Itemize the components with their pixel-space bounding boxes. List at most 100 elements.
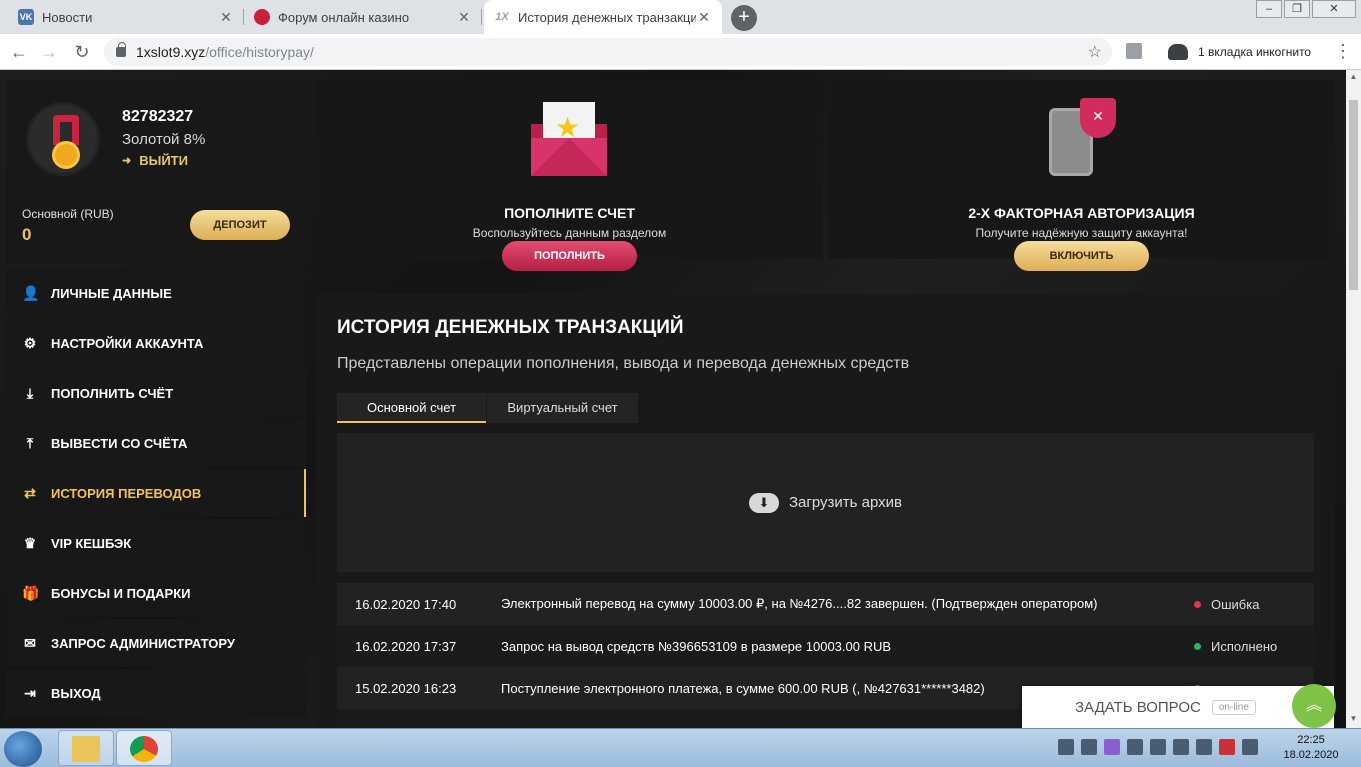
tray-icon[interactable] <box>1150 739 1166 755</box>
two-factor-card: ✕ 2-Х ФАКТОРНАЯ АВТОРИЗАЦИЯ Получите над… <box>828 80 1335 271</box>
casino-icon <box>254 9 270 25</box>
menu-label: БОНУСЫ И ПОДАРКИ <box>51 585 191 601</box>
menu-item-vip-cashback[interactable]: ♛ VIP КЕШБЭК <box>6 519 306 567</box>
tab-title: Новости <box>42 9 93 25</box>
menu-item-exit[interactable]: ⇥ ВЫХОД <box>6 669 306 717</box>
taskbar-clock[interactable]: 22:25 18.02.2020 <box>1276 733 1346 763</box>
tab-news[interactable]: VK Новости ✕ <box>8 0 244 34</box>
browser-menu-icon[interactable]: ⋮ <box>1334 40 1352 62</box>
row-date: 16.02.2020 17:40 <box>355 596 457 612</box>
menu-item-personal-data[interactable]: 👤 ЛИЧНЫЕ ДАННЫЕ <box>6 269 306 317</box>
close-tab-icon[interactable]: ✕ <box>696 9 712 26</box>
maximize-button[interactable]: ❐ <box>1284 0 1310 18</box>
logout-link[interactable]: ➜ ВЫЙТИ <box>122 153 188 168</box>
lock-icon <box>116 42 126 57</box>
close-tab-icon[interactable]: ✕ <box>218 9 234 26</box>
scrollbar-thumb[interactable] <box>1349 100 1358 290</box>
menu-label: VIP КЕШБЭК <box>51 535 132 551</box>
page-scrollbar[interactable]: ▲ ▼ <box>1346 70 1361 728</box>
tray-icon[interactable] <box>1219 739 1235 755</box>
top-up-button[interactable]: ПОПОЛНИТЬ <box>502 241 637 271</box>
table-row: 16.02.2020 17:37 Запрос на вывод средств… <box>337 625 1314 667</box>
scroll-up-icon[interactable]: ▲ <box>1349 72 1358 81</box>
back-arrow-icon[interactable]: ← <box>8 41 30 63</box>
logout-icon: ➜ <box>122 155 132 167</box>
avatar <box>26 102 100 176</box>
menu-item-withdraw[interactable]: ⤒ ВЫВЕСТИ СО СЧЁТА <box>6 419 306 467</box>
exit-icon: ⇥ <box>24 684 36 701</box>
chevron-up-icon[interactable]: ︽ <box>1292 684 1336 728</box>
download-icon: ⤓ <box>26 384 34 401</box>
close-window-button[interactable]: ✕ <box>1312 0 1356 18</box>
table-row: 16.02.2020 17:40 Электронный перевод на … <box>337 583 1314 625</box>
menu-label: НАСТРОЙКИ АККАУНТА <box>51 335 204 351</box>
incognito-indicator[interactable]: 1 вкладка инкогнито <box>1168 40 1311 64</box>
tray-icon[interactable] <box>1058 739 1074 755</box>
user-level: Золотой 8% <box>122 131 206 148</box>
tab-forum[interactable]: Форум онлайн казино ✕ <box>244 0 482 34</box>
ask-question-label: ЗАДАТЬ ВОПРОС <box>1075 698 1201 716</box>
menu-label: ВЫХОД <box>51 685 101 701</box>
start-button[interactable] <box>4 731 42 767</box>
row-date: 16.02.2020 17:37 <box>355 638 457 654</box>
enable-2fa-button[interactable]: ВКЛЮЧИТЬ <box>1014 241 1149 271</box>
system-tray <box>1058 739 1258 755</box>
extension-icon[interactable] <box>1126 43 1142 59</box>
taskbar-chrome[interactable] <box>116 730 172 766</box>
two-factor-card-title: 2-Х ФАКТОРНАЯ АВТОРИЗАЦИЯ <box>968 205 1195 221</box>
url-input[interactable]: 1xslot9.xyz /office/historypay/ ☆ <box>104 38 1112 66</box>
download-archive-button[interactable]: ⬇ Загрузить архив <box>337 433 1314 572</box>
status-label: Ошибка <box>1211 596 1260 612</box>
windows-taskbar: 22:25 18.02.2020 <box>0 728 1361 767</box>
new-tab-button[interactable]: + <box>731 5 757 31</box>
close-tab-icon[interactable]: ✕ <box>456 9 472 26</box>
tray-icon[interactable] <box>1081 739 1097 755</box>
tab-main-account[interactable]: Основной счет <box>337 393 486 423</box>
menu-label: ИСТОРИЯ ПЕРЕВОДОВ <box>51 485 202 501</box>
tray-icon[interactable] <box>1104 739 1120 755</box>
status-dot-icon <box>1194 600 1201 608</box>
clock-time: 22:25 <box>1297 734 1325 746</box>
row-status: Исполнено <box>1194 639 1314 654</box>
status-label: Исполнено <box>1211 638 1278 654</box>
forward-arrow-icon[interactable]: → <box>38 41 60 63</box>
page-title: ИСТОРИЯ ДЕНЕЖНЫХ ТРАНЗАКЦИЙ <box>337 317 684 338</box>
tray-icon[interactable] <box>1242 739 1258 755</box>
menu-item-deposit[interactable]: ⤓ ПОПОЛНИТЬ СЧЁТ <box>6 369 306 417</box>
bookmark-star-icon[interactable]: ☆ <box>1088 42 1102 62</box>
online-badge: on-line <box>1211 699 1256 715</box>
menu-item-bonuses[interactable]: 🎁 БОНУСЫ И ПОДАРКИ <box>6 569 306 617</box>
user-id: 82782327 <box>122 108 194 125</box>
1x-icon: 1X <box>495 11 509 23</box>
page-content: 82782327 Золотой 8% ➜ ВЫЙТИ Основной (RU… <box>0 70 1346 728</box>
row-status: Ошибка <box>1194 597 1314 612</box>
status-dot-icon <box>1194 642 1201 650</box>
medal-icon <box>52 141 80 169</box>
deposit-card: ★ ПОПОЛНИТЕ СЧЕТ Воспользуйтесь данным р… <box>316 80 823 271</box>
page-subtitle: Представлены операции пополнения, вывода… <box>337 355 910 372</box>
deposit-button[interactable]: ДЕПОЗИТ <box>190 210 290 240</box>
clock-date: 18.02.2020 <box>1283 749 1339 761</box>
url-domain: 1xslot9.xyz <box>136 44 206 60</box>
taskbar-explorer[interactable] <box>58 730 114 766</box>
menu-label: ЛИЧНЫЕ ДАННЫЕ <box>51 285 172 301</box>
minimize-button[interactable]: – <box>1256 0 1282 18</box>
reload-icon[interactable]: ↻ <box>71 41 93 63</box>
menu-item-admin-request[interactable]: ✉ ЗАПРОС АДМИНИСТРАТОРУ <box>6 619 306 667</box>
row-description: Электронный перевод на сумму 10003.00 ₽,… <box>501 596 1098 611</box>
network-icon[interactable] <box>1196 739 1212 755</box>
scroll-down-icon[interactable]: ▼ <box>1349 714 1358 723</box>
transaction-history-panel: ИСТОРИЯ ДЕНЕЖНЫХ ТРАНЗАКЦИЙ Представлены… <box>316 294 1335 728</box>
ask-question-widget[interactable]: ЗАДАТЬ ВОПРОС on-line ︽ <box>1022 684 1336 728</box>
tab-history[interactable]: 1X История денежных транзакций ✕ <box>484 0 722 34</box>
menu-item-account-settings[interactable]: ⚙ НАСТРОЙКИ АККАУНТА <box>6 319 306 367</box>
tray-icon[interactable] <box>1127 739 1143 755</box>
volume-icon[interactable] <box>1173 739 1189 755</box>
menu-item-transfer-history[interactable]: ⇄ ИСТОРИЯ ПЕРЕВОДОВ <box>6 469 306 517</box>
cloud-download-icon: ⬇ <box>748 492 779 513</box>
user-add-icon: 👤 <box>22 284 40 301</box>
tab-virtual-account[interactable]: Виртуальный счет <box>487 393 638 423</box>
balance-value: 0 <box>22 225 32 244</box>
menu-label: ПОПОЛНИТЬ СЧЁТ <box>51 385 174 401</box>
archive-label: Загрузить архив <box>788 494 903 511</box>
